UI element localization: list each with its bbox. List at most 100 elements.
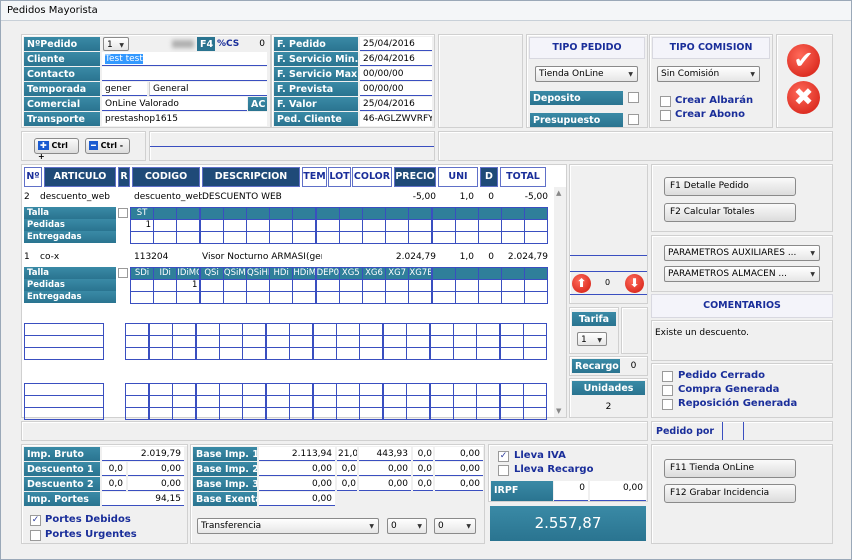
iva-pct[interactable]: 0,0 (337, 462, 357, 476)
column-header-tem[interactable]: TEM (302, 167, 327, 187)
tarifa-select[interactable]: 1 (577, 332, 607, 346)
cancel-x-icon[interactable]: ✖ (787, 81, 820, 114)
pedido-select[interactable]: 1 (103, 37, 129, 51)
column-header-total[interactable]: TOTAL (500, 167, 546, 187)
column-header-lot[interactable]: LOT (328, 167, 351, 187)
cliente-input[interactable]: Test test (102, 52, 267, 66)
entregadas-cell[interactable] (338, 231, 363, 244)
accept-check-icon[interactable]: ✔ (787, 44, 820, 77)
column-header-precio[interactable]: PRECIO (394, 167, 436, 187)
date-value[interactable]: 00/00/00 (360, 82, 432, 96)
entregadas-cell[interactable] (269, 231, 294, 244)
f12-grabar-incidencia-button[interactable]: F12 Grabar Incidencia (664, 484, 796, 503)
entregadas-cell[interactable] (408, 231, 433, 244)
entregadas-cell[interactable] (199, 231, 224, 244)
date-value[interactable]: 25/04/2016 (360, 37, 432, 51)
table-row[interactable]: 2 descuento_web descuento_web DESCUENTO WEB… (22, 191, 552, 204)
entregadas-cell[interactable] (385, 291, 410, 304)
select-2[interactable]: 0 (387, 518, 427, 534)
tipo-comision-select[interactable]: Sin Comisión (657, 66, 760, 82)
irpf-pct[interactable]: 0 (554, 481, 588, 501)
move-down-arrow-icon[interactable]: ⬇ (625, 274, 644, 293)
column-header-no[interactable]: Nº (24, 167, 42, 187)
presupuesto-checkbox[interactable] (628, 114, 639, 125)
f1-detalle-button[interactable]: F1 Detalle Pedido (664, 177, 796, 196)
descuento2-pct[interactable]: 0,0 (102, 477, 126, 491)
scroll-down-icon[interactable]: ▼ (556, 407, 561, 415)
tipo-pedido-select[interactable]: Tienda OnLine (535, 66, 638, 82)
lleva-iva-checkbox[interactable]: ✓ (498, 451, 509, 462)
table-row[interactable]: 1 co-x 113204 Visor Nocturno ARMASI(gener 2.… (22, 251, 552, 264)
entregadas-cell[interactable] (431, 291, 456, 304)
f11-tienda-online-button[interactable]: F11 Tienda OnLine (664, 459, 796, 478)
entregadas-cell[interactable] (222, 291, 247, 304)
f2-calcular-button[interactable]: F2 Calcular Totales (664, 203, 796, 222)
column-header-d[interactable]: D (480, 167, 498, 187)
compra-generada-checkbox[interactable] (662, 385, 673, 396)
entregadas-cell[interactable] (176, 291, 201, 304)
entregadas-cell[interactable] (362, 231, 386, 244)
portes-urgentes-checkbox[interactable] (30, 530, 41, 541)
column-header-descripcion[interactable]: DESCRIPCION (202, 167, 300, 187)
entregadas-cell[interactable] (315, 231, 340, 244)
remove-line-button[interactable]: ━ Ctrl - (85, 138, 130, 154)
ac-button[interactable]: AC (248, 97, 267, 111)
entregadas-cell[interactable] (269, 291, 294, 304)
entregadas-cell[interactable] (199, 291, 224, 304)
date-value[interactable]: 25/04/2016 (360, 97, 432, 111)
reposicion-generada-checkbox[interactable] (662, 399, 673, 410)
entregadas-cell[interactable] (153, 231, 178, 244)
entregadas-cell[interactable] (408, 291, 433, 304)
recargo-pct[interactable]: 0,0 (413, 447, 433, 461)
entregadas-cell[interactable] (478, 231, 502, 244)
entregadas-cell[interactable] (246, 291, 270, 304)
entregadas-cell[interactable] (292, 231, 317, 244)
entregadas-cell[interactable] (478, 291, 502, 304)
descuento1-pct[interactable]: 0,0 (102, 462, 126, 476)
entregadas-cell[interactable] (362, 291, 386, 304)
add-line-button[interactable]: ✚ Ctrl + (34, 138, 79, 161)
entregadas-cell[interactable] (454, 231, 479, 244)
contacto-input[interactable] (102, 67, 267, 81)
grid-scrollbar[interactable]: ▲ ▼ (554, 187, 566, 417)
entregadas-cell[interactable] (454, 291, 479, 304)
column-header-color[interactable]: COLOR (352, 167, 392, 187)
entregadas-cell[interactable] (385, 231, 410, 244)
lleva-recargo-checkbox[interactable] (498, 465, 509, 476)
column-header-articulo[interactable]: ARTICULO (44, 167, 116, 187)
size-select-checkbox[interactable] (118, 208, 128, 218)
temporada-code[interactable]: gener (102, 82, 147, 96)
entregadas-cell[interactable] (524, 291, 549, 304)
scroll-up-icon[interactable]: ▲ (556, 189, 561, 197)
pedido-por-field[interactable] (722, 422, 744, 440)
transporte-input[interactable]: prestashop1615 (102, 112, 267, 126)
entregadas-cell[interactable] (524, 231, 549, 244)
entregadas-cell[interactable] (338, 291, 363, 304)
entregadas-cell[interactable] (501, 291, 526, 304)
column-header-codigo[interactable]: CODIGO (132, 167, 200, 187)
entregadas-cell[interactable] (292, 291, 317, 304)
size-select-checkbox[interactable] (118, 268, 128, 278)
recargo-pct[interactable]: 0,0 (413, 477, 433, 491)
deposito-checkbox[interactable] (628, 92, 639, 103)
column-header-uni[interactable]: UNI (438, 167, 478, 187)
entregadas-cell[interactable] (130, 231, 154, 244)
crear-albaran-checkbox[interactable] (660, 96, 671, 107)
comentarios-textarea[interactable]: Existe un descuento. (651, 320, 833, 361)
portes-debidos-checkbox[interactable]: ✓ (30, 515, 41, 526)
comercial-input[interactable]: OnLine Valorado (102, 97, 247, 111)
crear-abono-checkbox[interactable] (660, 110, 671, 121)
pedido-cerrado-checkbox[interactable] (662, 371, 673, 382)
column-header-r[interactable]: R (118, 167, 130, 187)
select-3[interactable]: 0 (434, 518, 476, 534)
entregadas-cell[interactable] (315, 291, 340, 304)
move-up-arrow-icon[interactable]: ⬆ (572, 274, 591, 293)
forma-pago-select[interactable]: Transferencia (197, 518, 379, 534)
entregadas-cell[interactable] (130, 291, 154, 304)
date-value[interactable]: 46-AGLZWVRFY (360, 112, 432, 126)
entregadas-cell[interactable] (246, 231, 270, 244)
entregadas-cell[interactable] (153, 291, 178, 304)
entregadas-cell[interactable] (431, 231, 456, 244)
iva-pct[interactable]: 21,0 (337, 447, 357, 461)
entregadas-cell[interactable] (176, 231, 201, 244)
